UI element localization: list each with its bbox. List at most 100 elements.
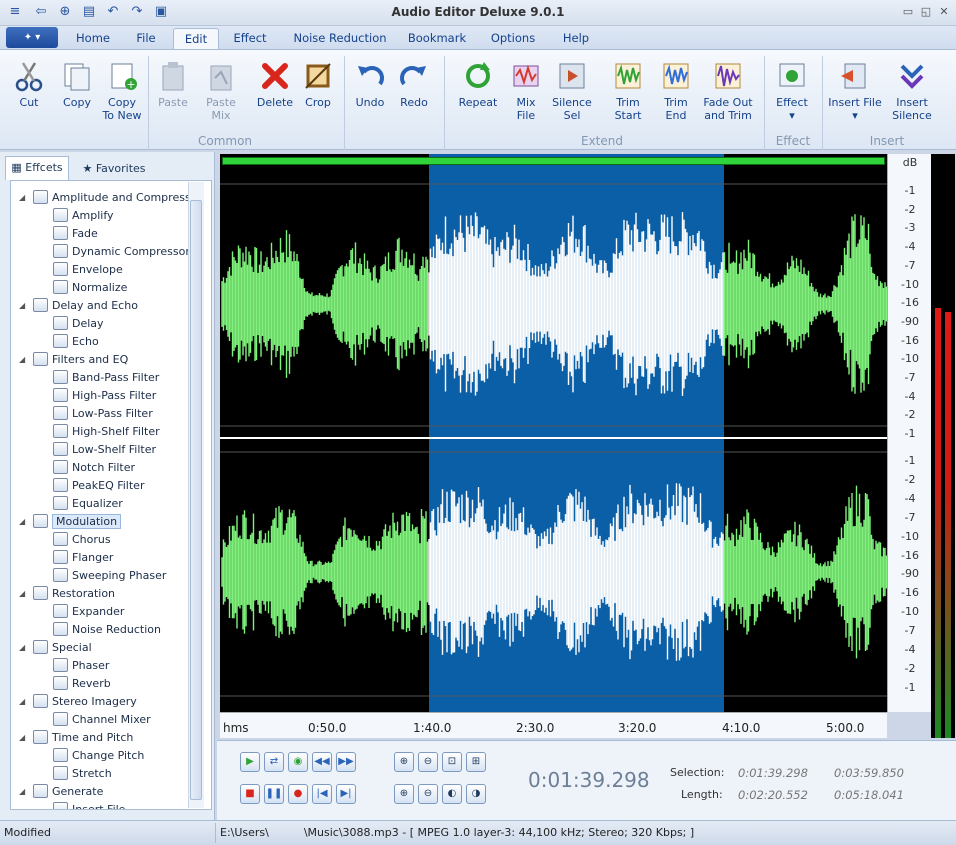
delete-button[interactable]: Delete xyxy=(254,56,296,109)
tree-category[interactable]: Generate xyxy=(33,783,103,801)
zoom-right-icon[interactable]: ◑ xyxy=(466,784,486,804)
tab-noise-reduction[interactable]: Noise Reduction xyxy=(284,28,396,50)
paste-button[interactable]: Paste xyxy=(152,56,194,109)
tree-expander-icon[interactable]: ◢ xyxy=(19,643,25,652)
tab-help[interactable]: Help xyxy=(554,28,598,50)
zoom-out-vertical-icon[interactable]: ⊖ xyxy=(418,784,438,804)
insert-file-button[interactable]: Insert File ▾ xyxy=(828,56,882,122)
cut-button[interactable]: Cut xyxy=(8,56,50,109)
tree-item[interactable]: Equalizer xyxy=(53,495,123,513)
zoom-in-icon[interactable]: ⊕ xyxy=(394,752,414,772)
tree-item[interactable]: Phaser xyxy=(53,657,109,675)
tree-category[interactable]: Delay and Echo xyxy=(33,297,138,315)
tab-effect[interactable]: Effect xyxy=(224,28,276,50)
minimize-icon[interactable]: ▭ xyxy=(900,4,916,20)
rewind-button[interactable]: ◀◀ xyxy=(312,752,332,772)
go-start-button[interactable]: |◀ xyxy=(312,784,332,804)
crop-button[interactable]: Crop xyxy=(298,56,338,109)
tree-category[interactable]: Modulation xyxy=(33,513,122,531)
fade-out-trim-button[interactable]: Fade Out and Trim xyxy=(700,56,756,122)
tree-item[interactable]: Insert File xyxy=(53,801,125,809)
paste-mix-button[interactable]: Paste Mix xyxy=(198,56,244,122)
tree-category[interactable]: Filters and EQ xyxy=(33,351,128,369)
zoom-in-vertical-icon[interactable]: ⊕ xyxy=(394,784,414,804)
tab-effects[interactable]: ▦ Effcets xyxy=(5,156,69,180)
insert-silence-button[interactable]: Insert Silence xyxy=(886,56,938,122)
mix-file-button[interactable]: Mix File xyxy=(506,56,546,122)
pause-button[interactable]: ❚❚ xyxy=(264,784,284,804)
tree-item[interactable]: Sweeping Phaser xyxy=(53,567,166,585)
tab-bookmark[interactable]: Bookmark xyxy=(402,28,472,50)
tab-file[interactable]: File xyxy=(124,28,168,50)
tree-item[interactable]: Normalize xyxy=(53,279,127,297)
tree-item[interactable]: Echo xyxy=(53,333,99,351)
stop-button[interactable]: ■ xyxy=(240,784,260,804)
zoom-out-icon[interactable]: ⊖ xyxy=(418,752,438,772)
tree-category[interactable]: Stereo Imagery xyxy=(33,693,137,711)
overview-bar[interactable] xyxy=(222,157,885,165)
tree-expander-icon[interactable]: ◢ xyxy=(19,787,25,796)
record-button[interactable]: ● xyxy=(288,784,308,804)
copy-button[interactable]: Copy xyxy=(56,56,98,109)
loop-button[interactable]: ⇄ xyxy=(264,752,284,772)
tree-item[interactable]: High-Shelf Filter xyxy=(53,423,160,441)
tree-item[interactable]: Stretch xyxy=(53,765,112,783)
undo-button[interactable]: Undo xyxy=(350,56,390,109)
zoom-full-icon[interactable]: ⊞ xyxy=(466,752,486,772)
effect-button[interactable]: Effect ▾ xyxy=(772,56,812,122)
delete-label: Delete xyxy=(256,96,294,109)
zoom-selection-icon[interactable]: ⊡ xyxy=(442,752,462,772)
tree-item[interactable]: Change Pitch xyxy=(53,747,144,765)
tab-edit[interactable]: Edit xyxy=(173,28,219,50)
tree-item[interactable]: Flanger xyxy=(53,549,113,567)
trim-start-button[interactable]: Trim Start xyxy=(608,56,648,122)
timeline-ruler[interactable]: hms 0:50.0 1:40.0 2:30.0 3:20.0 4:10.0 5:00.0 xyxy=(220,712,887,738)
tree-item[interactable]: Channel Mixer xyxy=(53,711,151,729)
copy-to-new-button[interactable]: + Copy To New xyxy=(100,56,144,122)
tree-category[interactable]: Restoration xyxy=(33,585,115,603)
tree-scroll-thumb[interactable] xyxy=(190,200,202,800)
tree-expander-icon[interactable]: ◢ xyxy=(19,517,25,526)
tree-expander-icon[interactable]: ◢ xyxy=(19,589,25,598)
tree-expander-icon[interactable]: ◢ xyxy=(19,301,25,310)
tree-category[interactable]: Time and Pitch xyxy=(33,729,133,747)
tree-item[interactable]: Low-Shelf Filter xyxy=(53,441,156,459)
tree-item[interactable]: Dynamic Compressor xyxy=(53,243,190,261)
tree-item-label: Generate xyxy=(52,785,104,798)
tree-item[interactable]: Envelope xyxy=(53,261,123,279)
trim-end-button[interactable]: Trim End xyxy=(656,56,696,122)
close-icon[interactable]: ✕ xyxy=(936,4,952,20)
tab-home[interactable]: Home xyxy=(66,28,120,50)
redo-button[interactable]: Redo xyxy=(394,56,434,109)
tree-item[interactable]: Fade xyxy=(53,225,98,243)
tree-expander-icon[interactable]: ◢ xyxy=(19,355,25,364)
tree-item[interactable]: Reverb xyxy=(53,675,111,693)
tree-item[interactable]: PeakEQ Filter xyxy=(53,477,144,495)
play-button[interactable]: ▶ xyxy=(240,752,260,772)
tree-category[interactable]: Special xyxy=(33,639,92,657)
tab-favorites[interactable]: ★ Favorites xyxy=(74,158,154,180)
tree-item[interactable]: High-Pass Filter xyxy=(53,387,156,405)
repeat-button[interactable]: Repeat xyxy=(456,56,500,109)
maximize-icon[interactable]: ◱ xyxy=(918,4,934,20)
db-tick-label: -7 xyxy=(904,624,916,638)
play-selection-button[interactable]: ◉ xyxy=(288,752,308,772)
silence-sel-button[interactable]: Silence Sel xyxy=(550,56,594,122)
tree-item[interactable]: Amplify xyxy=(53,207,114,225)
tree-item[interactable]: Delay xyxy=(53,315,104,333)
tree-item[interactable]: Expander xyxy=(53,603,124,621)
tree-expander-icon[interactable]: ◢ xyxy=(19,193,25,202)
application-menu-button[interactable]: ✦ ▾ xyxy=(6,27,58,48)
tree-item[interactable]: Low-Pass Filter xyxy=(53,405,153,423)
tab-options[interactable]: Options xyxy=(480,28,546,50)
tree-item[interactable]: Chorus xyxy=(53,531,111,549)
tree-category[interactable]: Amplitude and Compressi xyxy=(33,189,194,207)
tree-item[interactable]: Notch Filter xyxy=(53,459,135,477)
go-end-button[interactable]: ▶| xyxy=(336,784,356,804)
tree-expander-icon[interactable]: ◢ xyxy=(19,697,25,706)
fast-forward-button[interactable]: ▶▶ xyxy=(336,752,356,772)
zoom-left-icon[interactable]: ◐ xyxy=(442,784,462,804)
tree-expander-icon[interactable]: ◢ xyxy=(19,733,25,742)
tree-item[interactable]: Noise Reduction xyxy=(53,621,161,639)
tree-item[interactable]: Band-Pass Filter xyxy=(53,369,159,387)
